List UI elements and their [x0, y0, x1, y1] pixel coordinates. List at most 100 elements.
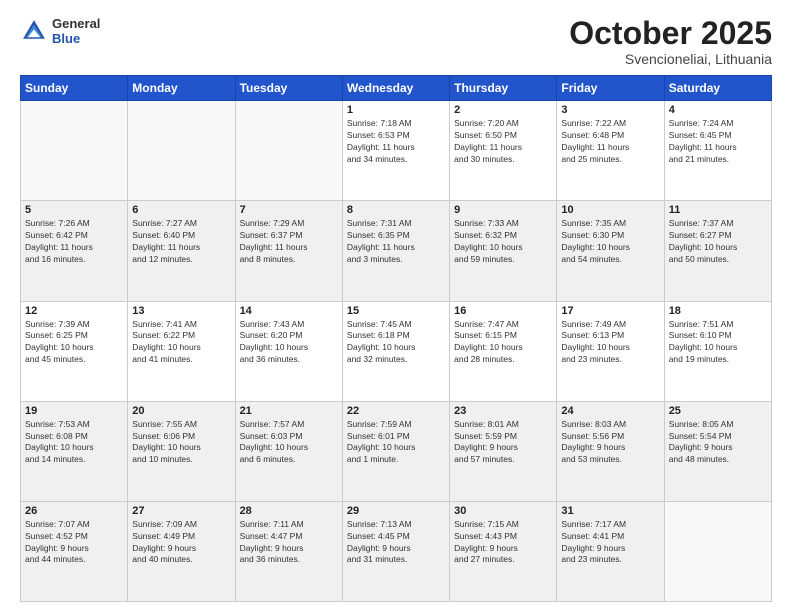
table-row [664, 501, 771, 601]
table-row: 17Sunrise: 7:49 AM Sunset: 6:13 PM Dayli… [557, 301, 664, 401]
page: General Blue October 2025 Svencioneliai,… [0, 0, 792, 612]
header-friday: Friday [557, 76, 664, 101]
table-row: 28 Sunrise: 7:11 AM Sunset: 4:47 PM Dayli… [235, 501, 342, 601]
header-wednesday: Wednesday [342, 76, 449, 101]
table-row: 22 Sunrise: 7:59 AM Sunset: 6:01 PM Dayli… [342, 401, 449, 501]
day-number: 30 [454, 505, 552, 517]
table-row: 7Sunrise: 7:29 AM Sunset: 6:37 PM Daylig… [235, 201, 342, 301]
table-row: 8 Sunrise: 7:31 AM Sunset: 6:35 PM Daylig… [342, 201, 449, 301]
day-number: 25 [669, 405, 767, 417]
day-number: 6 [132, 204, 230, 216]
day-info: Sunrise: 7:55 AM Sunset: 6:06 PM Dayligh… [132, 419, 230, 467]
day-info: Sunrise: 7:18 AM Sunset: 6:53 PM Dayligh… [347, 118, 445, 166]
header-thursday: Thursday [450, 76, 557, 101]
table-row: 25 Sunrise: 8:05 AM Sunset: 5:54 PM Dayli… [664, 401, 771, 501]
table-row: 18 Sunrise: 7:51 AM Sunset: 6:10 PM Dayli… [664, 301, 771, 401]
table-row: 19 Sunrise: 7:53 AM Sunset: 6:08 PM Dayli… [21, 401, 128, 501]
day-number: 21 [240, 405, 338, 417]
day-number: 18 [669, 305, 767, 317]
day-number: 16 [454, 305, 552, 317]
day-number: 20 [132, 405, 230, 417]
day-number: 24 [561, 405, 659, 417]
table-row: 23 Sunrise: 8:01 AM Sunset: 5:59 PM Dayli… [450, 401, 557, 501]
day-number: 12 [25, 305, 123, 317]
table-row [128, 101, 235, 201]
table-row: 11Sunrise: 7:37 AM Sunset: 6:27 PM Dayli… [664, 201, 771, 301]
table-row [21, 101, 128, 201]
day-number: 14 [240, 305, 338, 317]
day-info: Sunrise: 7:39 AM Sunset: 6:25 PM Dayligh… [25, 319, 123, 367]
day-info: Sunrise: 7:51 AM Sunset: 6:10 PM Dayligh… [669, 319, 767, 367]
header-saturday: Saturday [664, 76, 771, 101]
table-row: 24 Sunrise: 8:03 AM Sunset: 5:56 PM Dayli… [557, 401, 664, 501]
table-row: 2Sunrise: 7:20 AM Sunset: 6:50 PM Daylig… [450, 101, 557, 201]
table-row: 3 Sunrise: 7:22 AM Sunset: 6:48 PM Daylig… [557, 101, 664, 201]
day-info: Sunrise: 7:07 AM Sunset: 4:52 PM Dayligh… [25, 519, 123, 567]
table-row: 12 Sunrise: 7:39 AM Sunset: 6:25 PM Dayli… [21, 301, 128, 401]
day-info: Sunrise: 7:59 AM Sunset: 6:01 PM Dayligh… [347, 419, 445, 467]
day-number: 19 [25, 405, 123, 417]
header-sunday: Sunday [21, 76, 128, 101]
day-number: 23 [454, 405, 552, 417]
table-row: 31Sunrise: 7:17 AM Sunset: 4:41 PM Dayli… [557, 501, 664, 601]
day-number: 29 [347, 505, 445, 517]
month-title: October 2025 [569, 16, 772, 51]
location-subtitle: Svencioneliai, Lithuania [569, 51, 772, 67]
calendar-table: Sunday Monday Tuesday Wednesday Thursday… [20, 75, 772, 602]
header-tuesday: Tuesday [235, 76, 342, 101]
day-number: 4 [669, 104, 767, 116]
day-info: Sunrise: 7:13 AM Sunset: 4:45 PM Dayligh… [347, 519, 445, 567]
day-number: 15 [347, 305, 445, 317]
day-number: 22 [347, 405, 445, 417]
day-info: Sunrise: 7:31 AM Sunset: 6:35 PM Dayligh… [347, 218, 445, 266]
day-number: 11 [669, 204, 767, 216]
table-row: 27 Sunrise: 7:09 AM Sunset: 4:49 PM Dayli… [128, 501, 235, 601]
day-info: Sunrise: 8:03 AM Sunset: 5:56 PM Dayligh… [561, 419, 659, 467]
day-number: 5 [25, 204, 123, 216]
day-number: 8 [347, 204, 445, 216]
day-info: Sunrise: 7:11 AM Sunset: 4:47 PM Dayligh… [240, 519, 338, 567]
day-info: Sunrise: 7:35 AM Sunset: 6:30 PM Dayligh… [561, 218, 659, 266]
day-info: Sunrise: 7:17 AM Sunset: 4:41 PM Dayligh… [561, 519, 659, 567]
logo-blue-text: Blue [52, 31, 100, 46]
header-monday: Monday [128, 76, 235, 101]
day-number: 28 [240, 505, 338, 517]
logo-text: General Blue [52, 16, 100, 46]
title-block: October 2025 Svencioneliai, Lithuania [569, 16, 772, 67]
day-info: Sunrise: 7:43 AM Sunset: 6:20 PM Dayligh… [240, 319, 338, 367]
day-info: Sunrise: 8:05 AM Sunset: 5:54 PM Dayligh… [669, 419, 767, 467]
day-info: Sunrise: 7:20 AM Sunset: 6:50 PM Dayligh… [454, 118, 552, 166]
day-number: 13 [132, 305, 230, 317]
calendar-week-row: 19 Sunrise: 7:53 AM Sunset: 6:08 PM Dayli… [21, 401, 772, 501]
day-number: 3 [561, 104, 659, 116]
day-info: Sunrise: 7:22 AM Sunset: 6:48 PM Dayligh… [561, 118, 659, 166]
day-info: Sunrise: 7:09 AM Sunset: 4:49 PM Dayligh… [132, 519, 230, 567]
table-row: 1 Sunrise: 7:18 AM Sunset: 6:53 PM Daylig… [342, 101, 449, 201]
day-info: Sunrise: 8:01 AM Sunset: 5:59 PM Dayligh… [454, 419, 552, 467]
table-row: 10Sunrise: 7:35 AM Sunset: 6:30 PM Dayli… [557, 201, 664, 301]
table-row: 13Sunrise: 7:41 AM Sunset: 6:22 PM Dayli… [128, 301, 235, 401]
table-row: 20 Sunrise: 7:55 AM Sunset: 6:06 PM Dayli… [128, 401, 235, 501]
table-row: 4Sunrise: 7:24 AM Sunset: 6:45 PM Daylig… [664, 101, 771, 201]
table-row: 21Sunrise: 7:57 AM Sunset: 6:03 PM Dayli… [235, 401, 342, 501]
calendar-week-row: 12 Sunrise: 7:39 AM Sunset: 6:25 PM Dayli… [21, 301, 772, 401]
table-row: 14 Sunrise: 7:43 AM Sunset: 6:20 PM Dayli… [235, 301, 342, 401]
table-row: 5 Sunrise: 7:26 AM Sunset: 6:42 PM Daylig… [21, 201, 128, 301]
table-row: 30Sunrise: 7:15 AM Sunset: 4:43 PM Dayli… [450, 501, 557, 601]
logo-icon [20, 17, 48, 45]
calendar-header-row: Sunday Monday Tuesday Wednesday Thursday… [21, 76, 772, 101]
table-row: 6Sunrise: 7:27 AM Sunset: 6:40 PM Daylig… [128, 201, 235, 301]
day-number: 7 [240, 204, 338, 216]
calendar-week-row: 5 Sunrise: 7:26 AM Sunset: 6:42 PM Daylig… [21, 201, 772, 301]
day-info: Sunrise: 7:45 AM Sunset: 6:18 PM Dayligh… [347, 319, 445, 367]
day-number: 27 [132, 505, 230, 517]
day-info: Sunrise: 7:53 AM Sunset: 6:08 PM Dayligh… [25, 419, 123, 467]
day-number: 26 [25, 505, 123, 517]
day-info: Sunrise: 7:33 AM Sunset: 6:32 PM Dayligh… [454, 218, 552, 266]
calendar-week-row: 1 Sunrise: 7:18 AM Sunset: 6:53 PM Daylig… [21, 101, 772, 201]
day-number: 1 [347, 104, 445, 116]
table-row [235, 101, 342, 201]
day-info: Sunrise: 7:26 AM Sunset: 6:42 PM Dayligh… [25, 218, 123, 266]
table-row: 16Sunrise: 7:47 AM Sunset: 6:15 PM Dayli… [450, 301, 557, 401]
logo-general-text: General [52, 16, 100, 31]
